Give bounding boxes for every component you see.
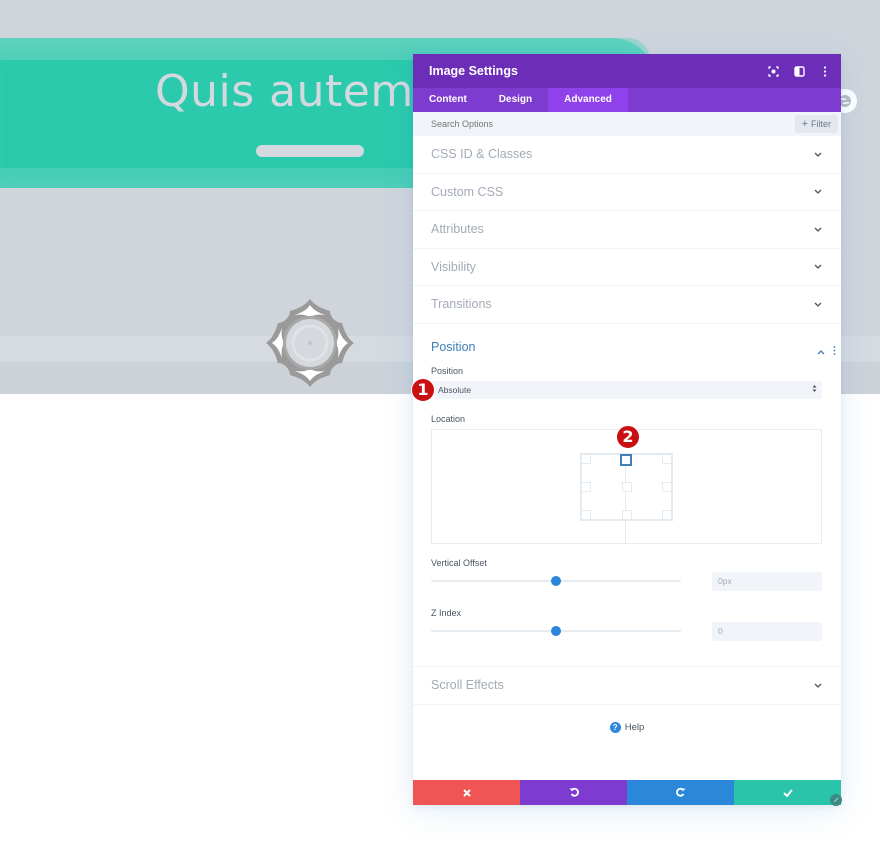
section-label: CSS ID & Classes [431, 147, 533, 162]
position-label: Position [431, 365, 464, 376]
z-index-label: Z Index [431, 607, 462, 618]
chevron-up-icon[interactable] [817, 342, 825, 360]
filter-button[interactable]: + Filter [794, 115, 838, 133]
split-view-icon[interactable] [793, 65, 805, 77]
section-label: Visibility [431, 259, 476, 274]
resize-handle-icon[interactable] [830, 794, 842, 806]
fullscreen-icon[interactable] [767, 65, 779, 77]
location-grid [580, 452, 673, 521]
search-row: + Filter [413, 112, 841, 136]
location-bottom-right[interactable] [662, 509, 672, 520]
location-center-right[interactable] [662, 481, 672, 492]
help-link[interactable]: ? Help [413, 722, 841, 733]
section-attributes[interactable]: Attributes [413, 211, 841, 249]
location-center[interactable] [622, 481, 632, 492]
chevron-down-icon [813, 262, 823, 272]
select-arrows-icon [812, 384, 817, 395]
mandala-image[interactable] [264, 297, 356, 389]
tab-bar: Content Design Advanced [413, 88, 841, 112]
undo-icon [569, 784, 579, 802]
section-custom-css[interactable]: Custom CSS [413, 174, 841, 211]
section-label: Custom CSS [431, 184, 504, 199]
z-index-input[interactable] [712, 621, 822, 641]
position-select[interactable]: Absolute [431, 380, 822, 399]
help-label: Help [624, 722, 645, 733]
close-icon [462, 784, 471, 802]
vertical-offset-input[interactable] [712, 571, 822, 591]
section-label: Attributes [431, 222, 484, 237]
page-canvas: Quis autem v Image Settings Content Desi… [0, 0, 880, 849]
tab-content[interactable]: Content [413, 88, 483, 112]
section-label: Scroll Effects [431, 678, 504, 692]
section-visibility[interactable]: Visibility [413, 249, 841, 286]
location-center-left[interactable] [581, 481, 591, 492]
filter-label: Filter [811, 119, 831, 129]
location-label: Location [431, 413, 466, 424]
vertical-offset-label: Vertical Offset [431, 557, 487, 568]
chevron-down-icon [813, 149, 823, 159]
panel-title: Image Settings [429, 64, 518, 78]
chevron-down-icon [813, 224, 823, 234]
check-icon [782, 784, 793, 802]
position-select-value: Absolute [438, 384, 472, 395]
redo-icon [675, 784, 686, 802]
settings-panel: Image Settings Content Design Advanced S… [411, 54, 842, 806]
location-bottom-left[interactable] [581, 509, 591, 520]
chevron-down-icon [813, 680, 823, 690]
tab-advanced[interactable]: Advanced [548, 88, 628, 112]
location-top-center[interactable] [620, 453, 632, 466]
panel-footer [413, 780, 842, 806]
more-options-icon[interactable] [819, 65, 831, 77]
section-transitions[interactable]: Transitions [413, 286, 841, 324]
section-label: Transitions [431, 297, 492, 312]
hero-divider-bar [256, 145, 364, 157]
slider-thumb[interactable] [551, 575, 561, 586]
vertical-offset-slider[interactable] [431, 575, 681, 587]
chevron-down-icon [813, 299, 823, 309]
hero-title: Quis autem v [155, 66, 455, 117]
slider-thumb[interactable] [551, 625, 561, 636]
tab-design[interactable]: Design [483, 88, 548, 112]
location-top-left[interactable] [581, 453, 591, 464]
chevron-down-icon [813, 187, 823, 197]
location-top-right[interactable] [662, 453, 672, 464]
annotation-badge-1: 1 [411, 377, 435, 402]
section-options-icon[interactable] [833, 342, 836, 360]
panel-header: Image Settings [413, 54, 841, 88]
section-scroll-effects[interactable]: Scroll Effects [413, 667, 841, 705]
section-css-id-classes[interactable]: CSS ID & Classes [413, 136, 841, 174]
section-position-title[interactable]: Position [431, 340, 475, 354]
location-bottom-center[interactable] [622, 509, 632, 520]
save-button[interactable] [734, 780, 841, 805]
annotation-badge-2: 2 [616, 424, 640, 449]
undo-button[interactable] [520, 780, 627, 805]
plus-icon: + [801, 117, 808, 130]
search-options-input[interactable] [413, 119, 713, 129]
cancel-button[interactable] [413, 780, 520, 805]
z-index-slider[interactable] [431, 625, 681, 637]
location-picker: 2 [431, 424, 822, 544]
redo-button[interactable] [627, 780, 734, 805]
help-icon: ? [609, 722, 621, 733]
section-position: Position Position Absolute 1 Location 2 … [411, 324, 841, 667]
